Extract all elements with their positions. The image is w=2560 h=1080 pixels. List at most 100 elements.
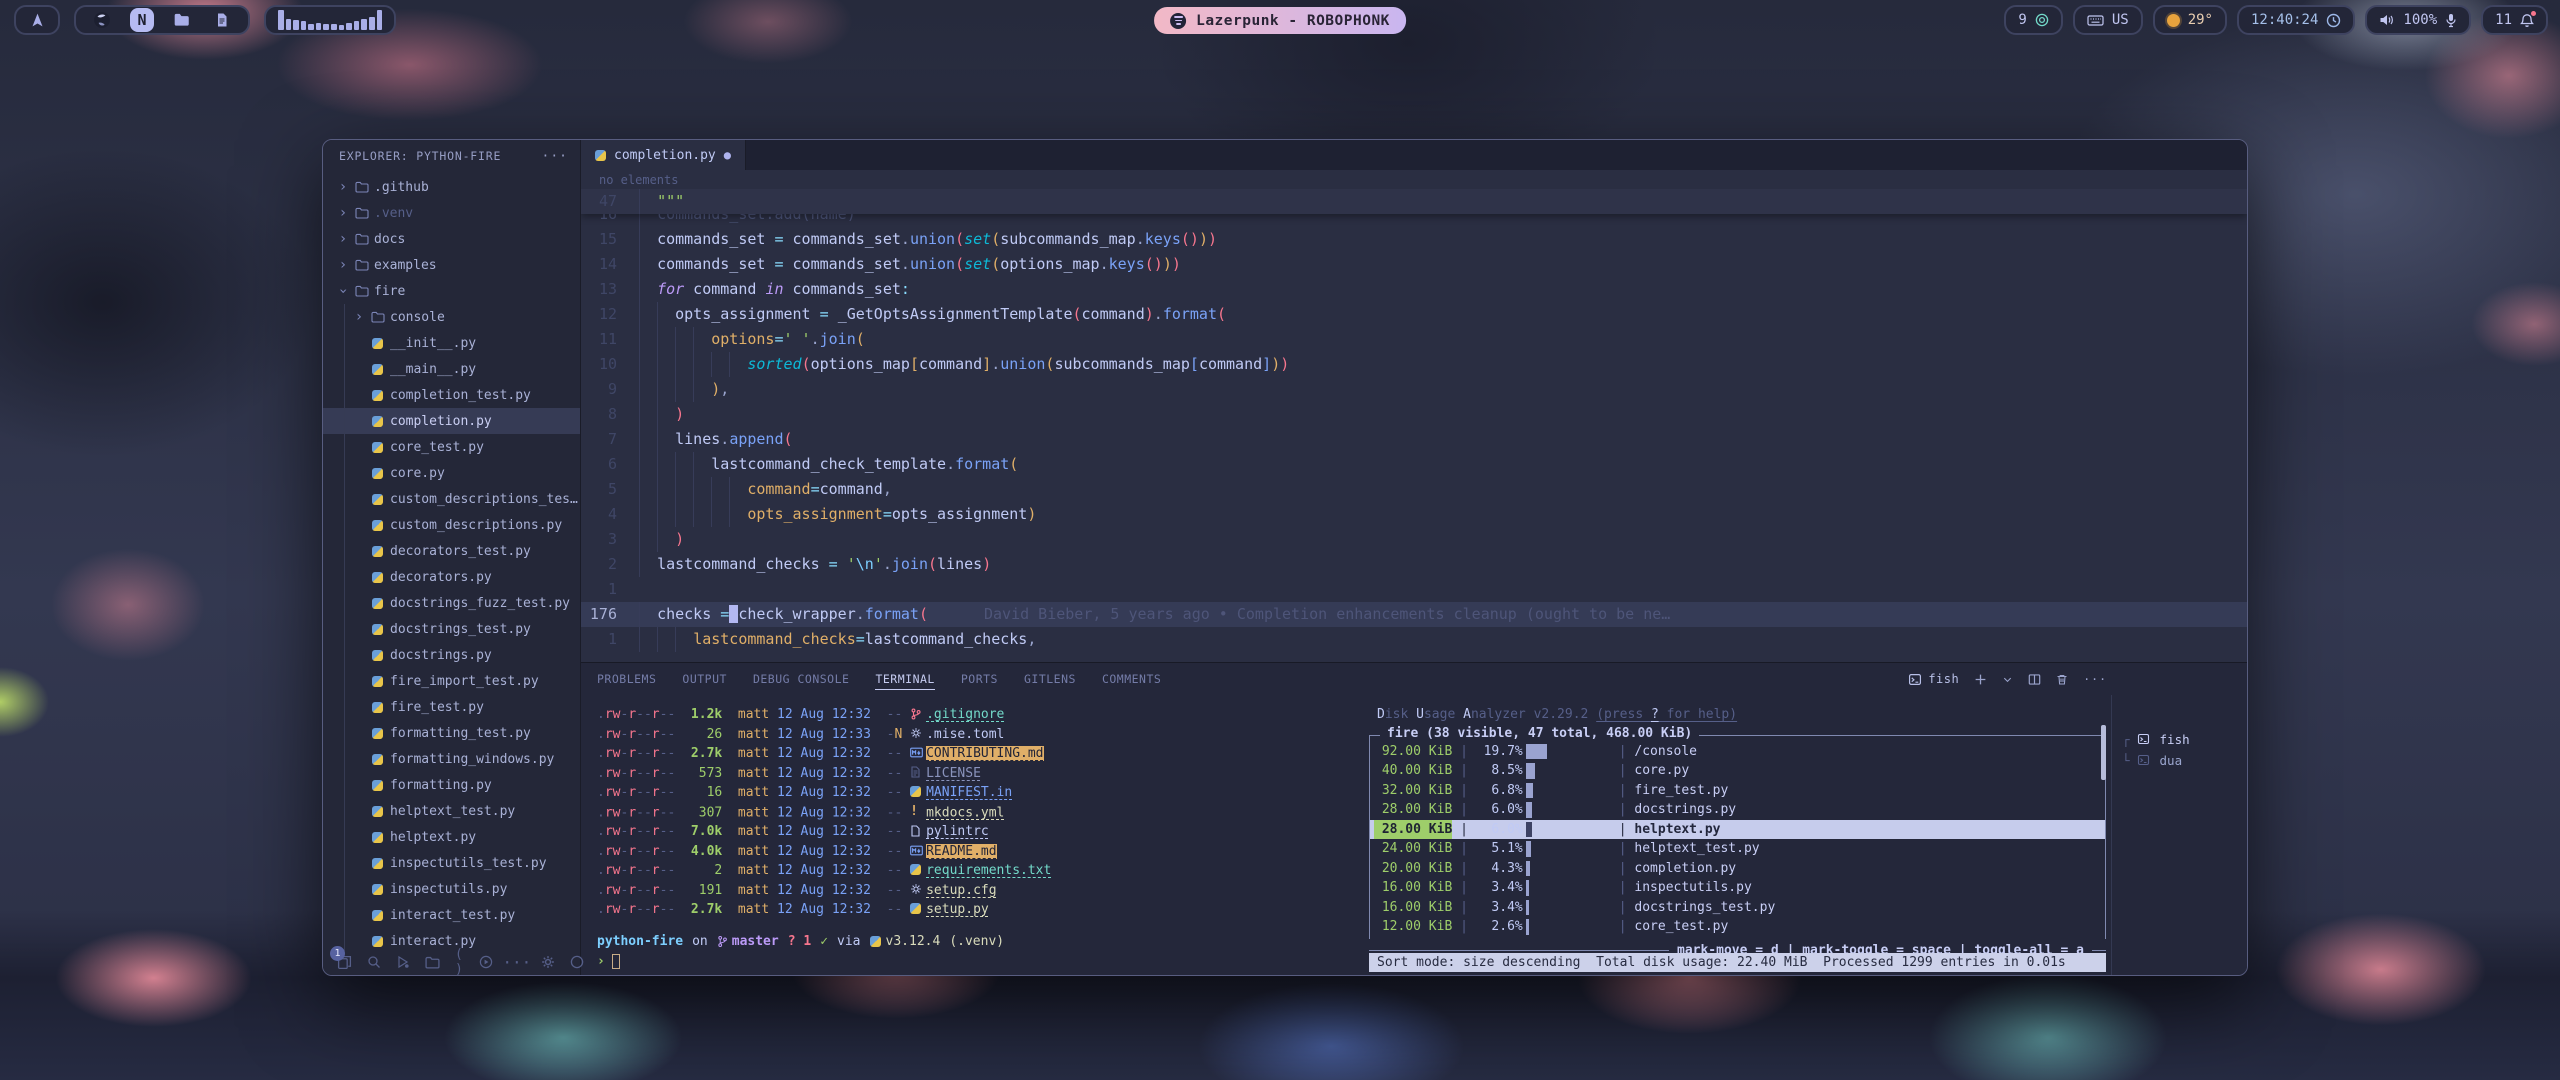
tree-item-docstrings-test-py[interactable]: ›docstrings_test.py — [323, 616, 580, 642]
session-fish[interactable]: ┌fish — [2112, 729, 2247, 750]
tree-item-fire-test-py[interactable]: ›fire_test.py — [323, 694, 580, 720]
panel-tab-terminal[interactable]: TERMINAL — [875, 663, 934, 695]
python-file-icon — [370, 910, 385, 921]
split-terminal-icon[interactable] — [2028, 673, 2041, 686]
file-link-license[interactable]: LICENSE — [926, 766, 981, 781]
dua-row-helptext-py[interactable]: 28.00 KiB | 6.0%| helptext.py — [1370, 820, 2105, 840]
settings-gear-icon[interactable] — [541, 953, 555, 971]
tree-item-docstrings-py[interactable]: ›docstrings.py — [323, 642, 580, 668]
debug-icon[interactable] — [396, 953, 410, 971]
updates-widget[interactable]: 9 — [2004, 5, 2062, 35]
file-link-mkdocs-yml[interactable]: mkdocs.yml — [926, 805, 1004, 820]
file-link-setup-cfg[interactable]: setup.cfg — [926, 883, 996, 898]
explorer-more-icon[interactable]: ··· — [542, 149, 568, 164]
terminal-fish[interactable]: .rw-r--r-- 1.2k matt 12 Aug 12:32 -- .gi… — [581, 695, 1361, 975]
system-graph-widget[interactable] — [264, 5, 396, 35]
dua-row-core-py[interactable]: 40.00 KiB | 8.5%| core.py — [1370, 761, 2105, 781]
panel-tab-problems[interactable]: PROBLEMS — [597, 663, 656, 695]
dua-scrollbar[interactable] — [2101, 725, 2106, 780]
tree-item-formatting-py[interactable]: ›formatting.py — [323, 772, 580, 798]
new-terminal-icon[interactable] — [1974, 673, 1987, 686]
terminal-shell-label[interactable]: fish — [1908, 672, 1959, 686]
tree-item-completion-py[interactable]: ›completion.py — [323, 408, 580, 434]
run-icon[interactable] — [479, 953, 493, 971]
file-link-pylintrc[interactable]: pylintrc — [926, 824, 989, 839]
dua-row-fire-test-py[interactable]: 32.00 KiB | 6.8%| fire_test.py — [1370, 781, 2105, 801]
tree-item-completion-test-py[interactable]: ›completion_test.py — [323, 382, 580, 408]
tree-item-interact-test-py[interactable]: ›interact_test.py — [323, 902, 580, 928]
tree-item-inspectutils-test-py[interactable]: ›inspectutils_test.py — [323, 850, 580, 876]
tree-item-console[interactable]: ›console — [323, 304, 580, 330]
workspace-files[interactable] — [170, 8, 194, 32]
tree-item-custom-descriptions-test-py[interactable]: ›custom_descriptions_test.py — [323, 486, 580, 512]
chevron-down-icon[interactable] — [2002, 674, 2013, 685]
tree-item-formatting-windows-py[interactable]: ›formatting_windows.py — [323, 746, 580, 772]
audio-widget[interactable]: 100% — [2365, 5, 2471, 35]
panel-tab-output[interactable]: OUTPUT — [682, 663, 727, 695]
tree-item-venv[interactable]: ›.venv — [323, 200, 580, 226]
tree-item-decorators-test-py[interactable]: ›decorators_test.py — [323, 538, 580, 564]
tree-item-main-py[interactable]: ›__main__.py — [323, 356, 580, 382]
panel-tab-debug-console[interactable]: DEBUG CONSOLE — [753, 663, 850, 695]
modified-dot-icon[interactable]: ● — [724, 148, 731, 162]
file-link-setup-py[interactable]: setup.py — [926, 902, 989, 917]
tree-item-fire-import-test-py[interactable]: ›fire_import_test.py — [323, 668, 580, 694]
more-icon[interactable]: ··· — [508, 953, 526, 971]
tree-item-core-py[interactable]: ›core.py — [323, 460, 580, 486]
file-link-contributing-md[interactable]: CONTRIBUTING.md — [926, 746, 1043, 761]
tree-item-interact-py[interactable]: ›interact.py — [323, 928, 580, 951]
panel-tab-ports[interactable]: PORTS — [961, 663, 998, 695]
folder-icon — [370, 311, 385, 323]
dua-row-docstrings-py[interactable]: 28.00 KiB | 6.0%| docstrings.py — [1370, 800, 2105, 820]
panel-tab-comments[interactable]: COMMENTS — [1102, 663, 1161, 695]
file-link-readme-md[interactable]: README.md — [926, 844, 996, 859]
session-dua[interactable]: └dua — [2112, 750, 2247, 771]
file-link-manifest-in[interactable]: MANIFEST.in — [926, 785, 1012, 800]
tree-item-core-test-py[interactable]: ›core_test.py — [323, 434, 580, 460]
tree-item-examples[interactable]: ›examples — [323, 252, 580, 278]
tree-item-helptext-test-py[interactable]: ›helptext_test.py — [323, 798, 580, 824]
clock-widget[interactable]: 12:40:24 — [2237, 5, 2355, 35]
notifications-widget[interactable]: 11 — [2481, 5, 2548, 35]
tree-item-decorators-py[interactable]: ›decorators.py — [323, 564, 580, 590]
breadcrumb[interactable]: no elements — [581, 170, 2247, 189]
more-actions-icon[interactable]: ··· — [2083, 672, 2107, 686]
keyboard-layout-widget[interactable]: US — [2073, 5, 2143, 35]
dua-row-docstrings-test-py[interactable]: 16.00 KiB | 3.4%| docstrings_test.py — [1370, 898, 2105, 918]
file-link-requirements-txt[interactable]: requirements.txt — [926, 863, 1051, 878]
dua-row-console[interactable]: 92.00 KiB | 19.7%| /console — [1370, 742, 2105, 762]
tree-item-custom-descriptions-py[interactable]: ›custom_descriptions.py — [323, 512, 580, 538]
workspace-neovim[interactable]: N — [130, 8, 154, 32]
code-text: lastcommand_check_template.format( — [639, 452, 1018, 477]
terminal-dua[interactable]: Disk Usage Analyzer v2.29.2 (press ? for… — [1369, 695, 2106, 975]
workspace-documents[interactable] — [210, 8, 234, 32]
now-playing-widget[interactable]: Lazerpunk - ROBOPHONK — [1154, 7, 1406, 34]
git-blame-annotation: David Bieber, 5 years ago • Completion e… — [984, 605, 1670, 623]
launcher-button[interactable] — [14, 5, 60, 35]
tree-item-init-py[interactable]: ›__init__.py — [323, 330, 580, 356]
panel-tab-gitlens[interactable]: GITLENS — [1024, 663, 1076, 695]
dua-row-core-test-py[interactable]: 12.00 KiB | 2.6%| core_test.py — [1370, 917, 2105, 937]
tab-completion-py[interactable]: completion.py ● — [581, 140, 746, 170]
file-link-gitignore[interactable]: .gitignore — [926, 707, 1004, 722]
tree-item-github[interactable]: ›.github — [323, 174, 580, 200]
tree-item-inspectutils-py[interactable]: ›inspectutils.py — [323, 876, 580, 902]
prompt-symbol: › — [597, 952, 605, 972]
search-icon[interactable] — [367, 953, 381, 971]
code-editor[interactable]: 47 """16 commands_set.add(name)15 comman… — [581, 189, 2247, 662]
source-folder-icon[interactable] — [425, 953, 440, 971]
file-link-mise-toml[interactable]: .mise.toml — [926, 727, 1004, 742]
tree-item-docstrings-fuzz-test-py[interactable]: ›docstrings_fuzz_test.py — [323, 590, 580, 616]
dua-row-helptext-test-py[interactable]: 24.00 KiB | 5.1%| helptext_test.py — [1370, 839, 2105, 859]
dua-row-completion-py[interactable]: 20.00 KiB | 4.3%| completion.py — [1370, 859, 2105, 879]
tree-item-docs[interactable]: ›docs — [323, 226, 580, 252]
workspace-browser[interactable] — [90, 8, 114, 32]
tree-item-formatting-test-py[interactable]: ›formatting_test.py — [323, 720, 580, 746]
trash-icon[interactable] — [2056, 673, 2068, 686]
dua-row-inspectutils-py[interactable]: 16.00 KiB | 3.4%| inspectutils.py — [1370, 878, 2105, 898]
weather-widget[interactable]: 29° — [2153, 5, 2227, 35]
tree-item-fire[interactable]: ›fire — [323, 278, 580, 304]
files-icon[interactable]: 1 — [337, 953, 352, 971]
brackets-icon[interactable]: ( ) — [455, 953, 464, 971]
tree-item-helptext-py[interactable]: ›helptext.py — [323, 824, 580, 850]
